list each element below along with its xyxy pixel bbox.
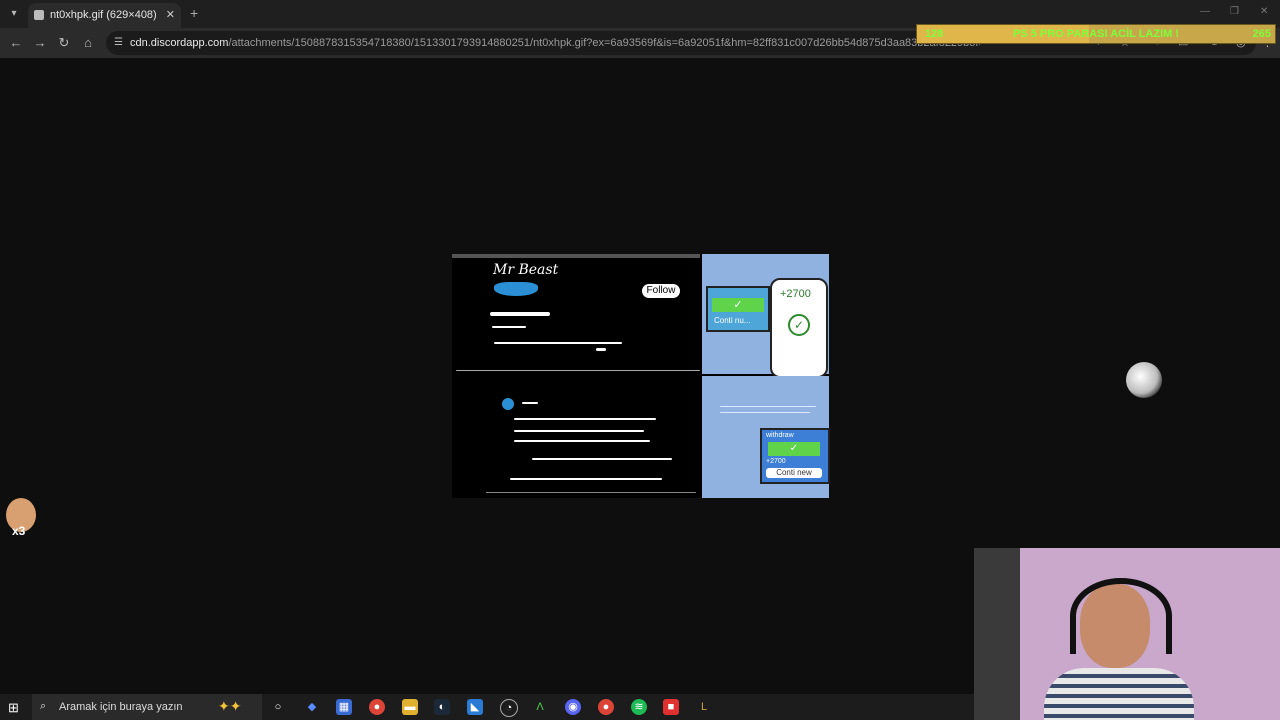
file-explorer-icon[interactable]: ▬ xyxy=(402,699,418,715)
app-icon-1[interactable]: ◆ xyxy=(304,699,320,715)
gif-divider-line xyxy=(456,370,700,371)
gif-withdraw-card: withdraw ✓ +2700 Conti new xyxy=(760,428,830,484)
tab-title: nt0xhpk.gif (629×408) xyxy=(50,9,157,21)
donation-goal-message: PS 5 PRO PARASI ACİL LAZIM ! xyxy=(1013,28,1180,40)
gif-scribble-line xyxy=(720,412,810,413)
gif-scribble-line xyxy=(720,406,816,407)
forward-arrow-icon[interactable]: → xyxy=(32,35,48,50)
close-window-icon[interactable]: ✕ xyxy=(1260,6,1268,17)
gif-withdraw-check-icon: ✓ xyxy=(768,442,820,456)
steam-icon[interactable]: ◐ xyxy=(434,699,450,715)
store-icon[interactable]: ▦ xyxy=(336,699,352,715)
url-host: cdn.discordapp.com xyxy=(130,37,229,49)
gif-scribble-line xyxy=(514,418,656,420)
gif-panel-comments xyxy=(452,374,700,498)
reload-icon[interactable]: ↻ xyxy=(56,35,72,51)
donation-goal-current: 128 xyxy=(925,28,944,40)
gif-image: Mr Beast Follow ✓ Conti nu... +2700 ✓ wi… xyxy=(452,254,830,498)
donation-goal-target: 265 xyxy=(1252,28,1271,40)
search-icon: ⌕ xyxy=(40,700,47,712)
discord-icon[interactable]: ◉ xyxy=(565,699,581,715)
gif-handle-text: Mr Beast xyxy=(493,262,559,278)
url-path: /attachments/1508878315354718380/1513301… xyxy=(228,37,980,49)
gif-scribble-line xyxy=(596,348,606,351)
copilot-sparkle-icon: ✦✦ xyxy=(218,698,242,714)
tab-close-icon[interactable]: ✕ xyxy=(166,8,175,21)
gif-continue-button: Conti new xyxy=(766,468,822,478)
spotify-icon[interactable]: ≋ xyxy=(631,699,647,715)
emote-overlay: x3 xyxy=(4,498,38,540)
back-arrow-icon[interactable]: ← xyxy=(8,35,24,50)
gif-follow-button: Follow xyxy=(642,284,680,298)
taskbar-search-placeholder: Aramak için buraya yazın xyxy=(59,701,183,713)
windows-taskbar: ⊞ ⌕ Aramak için buraya yazın ✦✦ ○ ◆ ▦ ● … xyxy=(0,694,974,720)
app-icon-3[interactable]: ◔ xyxy=(500,699,518,717)
tab-search-chevron-icon[interactable]: ▾ xyxy=(6,6,22,22)
gif-panel-phone: ✓ Conti nu... +2700 ✓ xyxy=(702,254,829,378)
home-icon[interactable]: ⌂ xyxy=(80,35,96,50)
minimize-icon[interactable]: — xyxy=(1200,6,1210,17)
gif-scribble-line xyxy=(514,430,644,432)
gif-phone-amount: +2700 xyxy=(780,288,811,300)
app-icon-5[interactable]: ■ xyxy=(663,699,679,715)
gif-panel-profile: Mr Beast Follow xyxy=(452,254,700,378)
cortana-icon[interactable]: ○ xyxy=(270,699,286,715)
gif-phone: +2700 ✓ xyxy=(770,278,828,378)
donation-goal-bar: 128 PS 5 PRO PARASI ACİL LAZIM ! 265 xyxy=(916,24,1276,44)
webcam-background-shelf xyxy=(974,548,1020,720)
active-tab[interactable]: nt0xhpk.gif (629×408) ✕ xyxy=(28,3,181,28)
gif-mini-check-icon: ✓ xyxy=(712,298,764,312)
gif-scribble-line xyxy=(522,402,538,404)
gif-blue-dot xyxy=(502,398,514,410)
webcam-headset xyxy=(1070,578,1172,654)
gif-scribble-line xyxy=(532,458,672,460)
app-icon-2[interactable]: ◣ xyxy=(467,699,483,715)
webcam-person-body xyxy=(1044,668,1194,720)
gif-withdraw-amount: +2700 xyxy=(766,458,786,465)
gif-scribble-line xyxy=(510,478,662,480)
emote-multiplier: x3 xyxy=(12,524,26,538)
site-info-icon[interactable]: ☰ xyxy=(114,37,123,48)
gif-avatar-blob xyxy=(494,282,538,296)
tab-favicon-icon xyxy=(34,10,44,20)
new-tab-button[interactable]: + xyxy=(190,5,198,21)
gif-withdraw-label: withdraw xyxy=(766,432,794,439)
gif-mini-card: ✓ Conti nu... xyxy=(706,286,770,332)
chrome-icon[interactable]: ● xyxy=(369,699,385,715)
gif-scribble-line xyxy=(490,312,550,316)
gif-scribble-line xyxy=(514,440,650,442)
maximize-icon[interactable]: ❐ xyxy=(1230,6,1239,17)
stream-logo-swirl-icon xyxy=(1126,362,1162,398)
webcam-feed xyxy=(974,548,1280,720)
chrome-icon-2[interactable]: ● xyxy=(598,699,614,715)
gif-mini-card-label: Conti nu... xyxy=(714,316,751,325)
gif-panel-withdraw: withdraw ✓ +2700 Conti new xyxy=(702,376,830,498)
taskbar-search[interactable]: ⌕ Aramak için buraya yazın ✦✦ xyxy=(32,694,262,720)
url-text[interactable]: cdn.discordapp.com/attachments/150887831… xyxy=(130,37,980,49)
gif-scribble-line xyxy=(494,342,622,344)
league-icon[interactable]: L xyxy=(696,699,712,715)
gif-scribble-line xyxy=(486,492,696,493)
gif-phone-check-icon: ✓ xyxy=(788,314,810,336)
app-icon-4[interactable]: Λ xyxy=(532,699,548,715)
windows-start-icon[interactable]: ⊞ xyxy=(8,700,19,716)
gif-scribble-line xyxy=(492,326,526,328)
